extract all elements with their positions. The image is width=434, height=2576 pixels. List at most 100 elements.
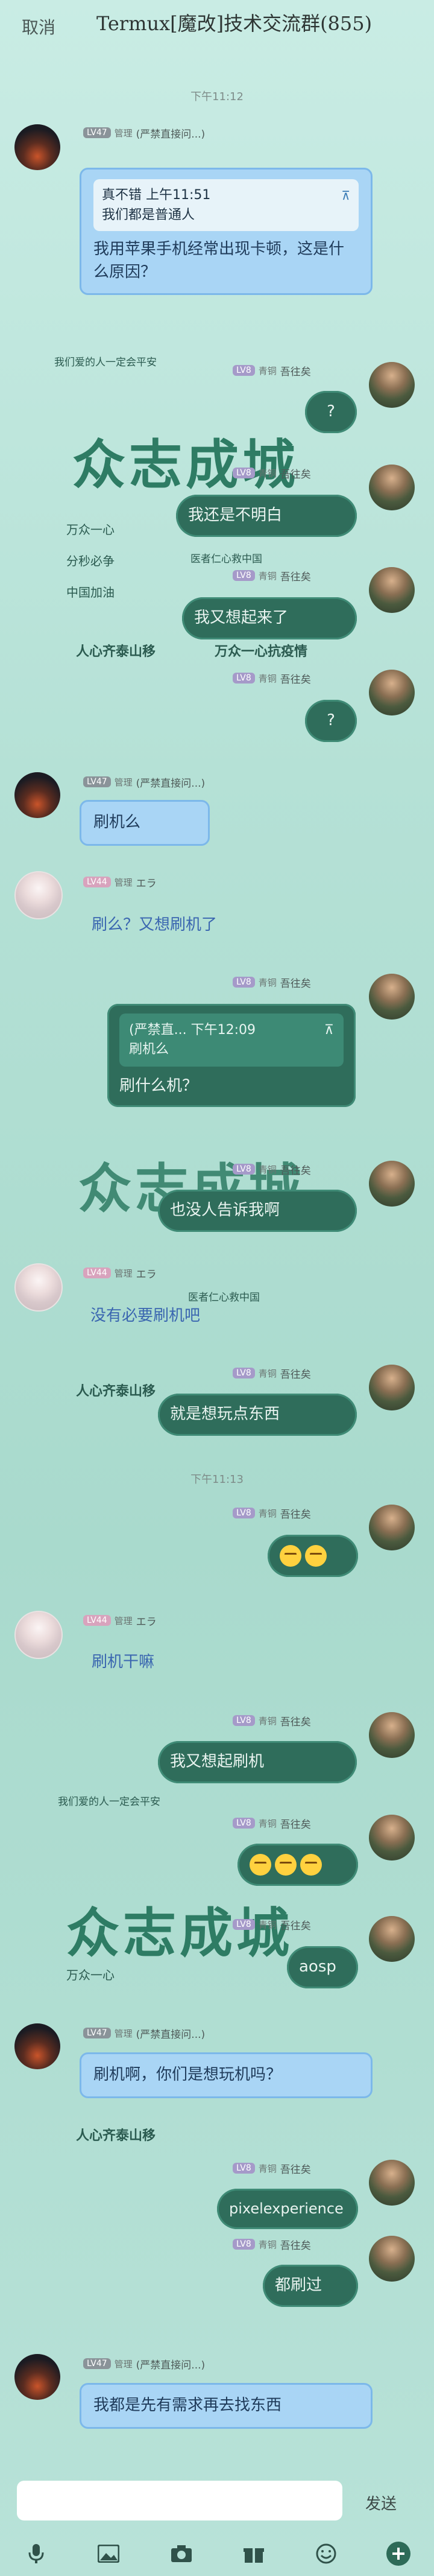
send-button[interactable]: 发送 [365,2492,397,2514]
role-badge: 管理 [114,2358,133,2370]
role-badge: 青铜 [258,365,277,376]
level-badge: LV47 [83,776,111,787]
quoted-reply[interactable]: 真不错 上午11:51 ⊼ 我们都是普通人 [93,179,359,231]
sender-row: LV8 青铜 吾往矣 [233,1161,311,1178]
level-badge: LV8 [233,977,255,988]
emoji-bubble[interactable] [268,1535,358,1577]
role-badge: 青铜 [258,977,277,988]
message-text[interactable]: 刷机干嘛 [92,1649,154,1672]
quote-author: (严禁直... [129,1023,187,1038]
avatar[interactable] [14,2354,60,2400]
sender-row: LV8 青铜 吾往矣 [233,1916,311,1933]
sender-row: LV47 管理 (严禁直接问...) [83,2355,205,2372]
message-bubble[interactable]: 我又想起来了 [182,597,357,639]
avatar[interactable] [369,1161,415,1207]
avatar[interactable] [369,2236,415,2282]
message-bubble[interactable]: ? [305,391,357,433]
avatar[interactable] [369,1505,415,1550]
avatar[interactable] [14,772,60,818]
role-badge: 管理 [114,776,133,788]
level-badge: LV44 [83,1615,111,1626]
message-text[interactable]: 刷么？又想刷机了 [92,912,217,934]
sender-name: エラ [136,1268,157,1281]
avatar[interactable] [369,567,415,613]
level-badge: LV8 [233,2239,255,2250]
role-badge: 青铜 [258,468,277,479]
emoji-icon[interactable] [313,2541,339,2566]
avatar[interactable] [369,2160,415,2206]
avatar[interactable] [369,1712,415,1758]
message-bubble[interactable]: 我还是不明白 [176,495,357,537]
quoted-reply[interactable]: (严禁直... 下午12:09 ⊼ 刷机么 [119,1014,344,1067]
deco-text: 我们爱的人一定会平安 [58,1796,160,1808]
message-bubble[interactable]: 真不错 上午11:51 ⊼ 我们都是普通人 我用苹果手机经常出现卡顿，这是什么原因… [80,168,373,296]
avatar[interactable] [14,124,60,170]
camera-icon[interactable] [169,2541,194,2566]
quote-time: 上午11:51 [146,188,211,203]
sender-row: LV44 管理 エラ [83,874,157,890]
message-text: 我还是不明白 [188,506,283,524]
message-text: 刷什么机？ [119,1076,198,1095]
role-badge: 青铜 [258,2163,277,2174]
message-text: ? [327,711,335,729]
sender-name: (严禁直接问...) [136,2028,206,2041]
avatar[interactable] [369,1815,415,1861]
image-icon[interactable] [96,2541,121,2566]
emoji-bubble[interactable] [237,1844,358,1886]
squint-emoji-icon [250,1853,271,1876]
avatar[interactable] [369,362,415,408]
chat-header: 取消 Termux[魔改]技术交流群(855) [0,0,434,54]
message-bubble[interactable]: 就是想玩点东西 [158,1394,357,1436]
role-badge: 青铜 [258,570,277,582]
role-badge: 管理 [114,877,133,888]
sender-name: 吾往矣 [280,673,311,686]
level-badge: LV8 [233,570,255,581]
message-bubble[interactable]: 刷机么 [80,800,210,846]
avatar[interactable] [369,465,415,510]
message-bubble[interactable]: aosp [287,1946,358,1988]
avatar[interactable] [14,1611,63,1659]
message-bubble[interactable]: 也没人告诉我啊 [158,1190,357,1232]
level-badge: LV8 [233,1715,255,1726]
avatar[interactable] [14,871,63,919]
message-bubble[interactable]: 我都是先有需求再去找东西 [80,2383,373,2429]
role-badge: 青铜 [258,673,277,684]
message-bubble[interactable]: pixelexperience [217,2189,358,2229]
message-bubble[interactable]: ? [305,700,357,742]
gift-icon[interactable] [241,2541,266,2566]
squint-emoji-icon [305,1544,327,1567]
plus-icon[interactable] [386,2542,410,2566]
message-text: 就是想玩点东西 [170,1405,280,1423]
avatar[interactable] [369,974,415,1020]
sender-name: 吾往矣 [280,366,311,378]
role-badge: 青铜 [258,1715,277,1727]
message-input[interactable] [17,2481,342,2520]
avatar[interactable] [369,1365,415,1410]
sender-row: LV8 青铜 吾往矣 [233,1365,311,1382]
level-badge: LV47 [83,2028,111,2038]
sender-name: 吾往矣 [280,571,311,583]
role-badge: 青铜 [258,1164,277,1175]
sender-row: LV47 管理 (严禁直接问...) [83,124,205,141]
sender-name: 吾往矣 [280,1818,311,1831]
message-text[interactable]: 没有必要刷机吧 [90,1303,200,1325]
message-text: 刷机么 [93,813,141,831]
avatar[interactable] [14,2023,60,2069]
avatar[interactable] [369,670,415,715]
message-bubble[interactable]: 都刷过 [263,2265,358,2307]
avatar[interactable] [14,1263,63,1312]
deco-text: 人心齐泰山移 [76,644,156,659]
deco-text: 我们爱的人一定会平安 [54,357,157,369]
group-title[interactable]: Termux[魔改]技术交流群(855) [96,8,374,36]
message-bubble[interactable]: 我又想起刷机 [158,1741,357,1783]
sender-row: LV47 管理 (严禁直接问...) [83,2025,205,2041]
message-bubble[interactable]: (严禁直... 下午12:09 ⊼ 刷机么 刷什么机？ [107,1004,356,1108]
deco-text: 万众一心 [66,1968,115,1982]
cancel-button[interactable]: 取消 [22,14,55,39]
sender-name: (严禁直接问...) [136,2359,206,2371]
avatar[interactable] [369,1916,415,1962]
level-badge: LV44 [83,877,111,887]
mic-icon[interactable] [24,2541,49,2566]
level-badge: LV8 [233,2163,255,2174]
message-bubble[interactable]: 刷机啊，你们是想玩机吗？ [80,2052,373,2098]
